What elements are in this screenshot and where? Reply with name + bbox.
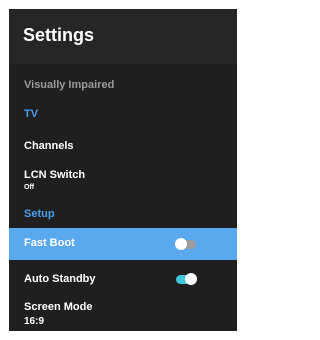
section-setup-label: Setup (24, 208, 55, 220)
menu-item-channels[interactable]: Channels (9, 135, 237, 157)
fast-boot-label: Fast Boot (24, 237, 75, 249)
section-tv-label: TV (24, 108, 39, 120)
section-header-setup: Setup (9, 205, 237, 223)
auto-standby-toggle[interactable] (176, 273, 197, 285)
menu-item-screen-mode[interactable]: Screen Mode 16:9 (9, 299, 237, 331)
menu-item-visually-impaired[interactable]: Visually Impaired (9, 71, 237, 97)
section-header-tv: TV (9, 105, 237, 123)
fast-boot-toggle[interactable] (175, 238, 196, 250)
settings-header: Settings (9, 9, 237, 64)
channels-label: Channels (24, 140, 74, 152)
screen-mode-label: Screen Mode (24, 301, 93, 313)
menu-item-lcn-switch[interactable]: LCN Switch Off (9, 167, 237, 197)
settings-panel: Settings Visually Impaired TV Channels L… (9, 9, 237, 331)
visually-impaired-label: Visually Impaired (24, 79, 115, 91)
menu-item-auto-standby[interactable]: Auto Standby (9, 267, 237, 293)
menu-item-fast-boot[interactable]: Fast Boot (9, 228, 237, 260)
screen-mode-value: 16:9 (24, 316, 45, 327)
toggle-knob (185, 273, 197, 285)
page-title: Settings (23, 25, 95, 45)
lcn-switch-label: LCN Switch (24, 169, 86, 181)
toggle-knob (175, 238, 187, 250)
auto-standby-label: Auto Standby (24, 273, 96, 285)
lcn-switch-value: Off (24, 184, 35, 191)
